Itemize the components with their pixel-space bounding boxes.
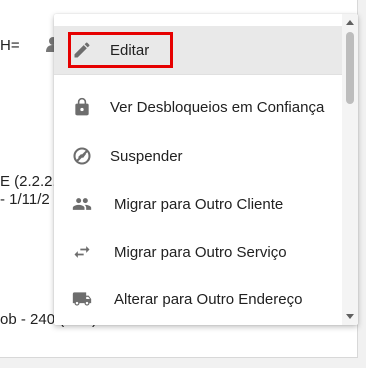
menu-divider xyxy=(54,74,342,75)
context-menu: Editar Ver Desbloqueios em Confiança Sus… xyxy=(54,14,358,325)
menu-item-label: Migrar para Outro Cliente xyxy=(114,195,284,213)
scroll-thumb[interactable] xyxy=(346,32,354,104)
people-icon xyxy=(70,192,94,216)
truck-icon xyxy=(70,287,94,311)
swap-arrows-icon xyxy=(70,240,94,264)
menu-item-migrar-servico[interactable]: Migrar para Outro Serviço xyxy=(54,228,342,276)
menu-item-alterar-endereco[interactable]: Alterar para Outro Endereço xyxy=(54,275,342,323)
menu-item-suspender[interactable]: Suspender xyxy=(54,132,342,180)
menu-item-migrar-cliente[interactable]: Migrar para Outro Cliente xyxy=(54,180,342,228)
menu-item-label: Migrar para Outro Serviço xyxy=(114,243,287,261)
menu-item-label: Suspender xyxy=(110,147,183,165)
lock-icon xyxy=(70,95,94,119)
scroll-up-icon[interactable] xyxy=(346,20,354,25)
menu-item-ver-desbloqueios[interactable]: Ver Desbloqueios em Confiança xyxy=(54,83,342,131)
highlight-box xyxy=(68,32,173,68)
scrollbar[interactable] xyxy=(342,14,358,325)
background-text-fragment: - 1/11/2 xyxy=(0,191,50,208)
scroll-down-icon[interactable] xyxy=(346,314,354,319)
suspend-icon xyxy=(70,144,94,168)
menu-list: Editar Ver Desbloqueios em Confiança Sus… xyxy=(54,14,342,325)
background-text-fragment: H= xyxy=(0,37,20,54)
menu-item-label: Ver Desbloqueios em Confiança xyxy=(110,98,325,116)
menu-item-label: Alterar para Outro Endereço xyxy=(114,290,303,308)
